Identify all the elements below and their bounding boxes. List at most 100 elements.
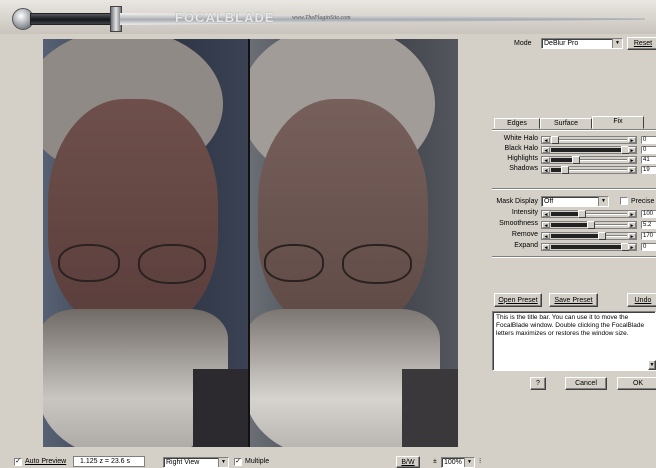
preview-area[interactable]	[43, 39, 458, 447]
slider-value-field[interactable]: 19	[641, 166, 656, 174]
auto-preview-checkbox[interactable]: ✓	[14, 458, 22, 466]
photo-face	[258, 99, 428, 329]
slider-label: Intensity	[511, 209, 538, 216]
slider-fill	[551, 234, 598, 238]
scroll-down-icon[interactable]: ▼	[648, 360, 656, 370]
chevron-down-icon: ▼	[612, 39, 622, 48]
photo-glasses-left	[264, 244, 324, 282]
original-preview-pane[interactable]	[43, 39, 248, 447]
arrow-right-icon[interactable]: ►	[628, 157, 636, 164]
slider-thumb[interactable]	[587, 221, 595, 229]
mode-label: Mode	[514, 40, 532, 47]
slider-value-field[interactable]: 5.2	[641, 221, 656, 229]
arrow-left-icon[interactable]: ◄	[542, 211, 550, 218]
arrow-left-icon[interactable]: ◄	[542, 244, 550, 251]
arrow-left-icon[interactable]: ◄	[542, 147, 550, 154]
slider-label: Black Halo	[504, 145, 538, 152]
slider-fill	[551, 148, 621, 152]
arrow-right-icon[interactable]: ►	[628, 222, 636, 229]
app-logo[interactable]: FOCALBLADE	[175, 10, 275, 25]
zoom-select[interactable]: 100% ▼	[441, 457, 475, 468]
tab-surface[interactable]: Surface	[540, 118, 592, 129]
processed-preview-pane[interactable]	[250, 39, 458, 447]
mode-select-value: DeBlur Pro	[544, 40, 579, 47]
slider-label: Expand	[514, 242, 538, 249]
arrow-right-icon[interactable]: ►	[628, 233, 636, 240]
photo-shirt	[193, 369, 248, 447]
mask-display-value: Off	[544, 198, 554, 205]
slider[interactable]: ◄ ►	[541, 156, 637, 164]
chevron-down-icon: ▼	[598, 197, 608, 206]
slider-label: White Halo	[503, 135, 538, 142]
slider-value-field[interactable]: 0	[641, 243, 656, 251]
auto-preview-label: Auto Preview	[25, 458, 67, 465]
photo-glasses-right	[342, 244, 412, 284]
arrow-right-icon[interactable]: ►	[628, 147, 636, 154]
slider-thumb[interactable]	[578, 210, 586, 218]
arrow-left-icon[interactable]: ◄	[542, 233, 550, 240]
zoom-select-value: 100%	[444, 459, 462, 466]
arrow-left-icon[interactable]: ◄	[542, 222, 550, 229]
slider-fill	[551, 158, 572, 162]
slider[interactable]: ◄ ►	[541, 210, 637, 218]
tab-divider	[492, 129, 656, 131]
slider[interactable]: ◄ ►	[541, 221, 637, 229]
multiple-label: Multiple	[245, 458, 270, 465]
slider[interactable]: ◄ ►	[541, 136, 637, 144]
section-divider	[492, 256, 656, 258]
tab-edges[interactable]: Edges	[494, 118, 540, 129]
slider-value-field[interactable]: 0	[641, 146, 656, 154]
slider-label: Shadows	[509, 165, 538, 172]
arrow-right-icon[interactable]: ►	[628, 244, 636, 251]
multiple-checkbox[interactable]: ✓	[234, 458, 242, 466]
slider[interactable]: ◄ ►	[541, 232, 637, 240]
slider-thumb[interactable]	[572, 156, 580, 164]
slider-value-field[interactable]: 100	[641, 210, 656, 218]
mask-display-select[interactable]: Off ▼	[541, 196, 609, 207]
arrow-left-icon[interactable]: ◄	[542, 137, 550, 144]
mask-display-label: Mask Display	[496, 198, 538, 205]
slider-thumb[interactable]	[551, 136, 559, 144]
bw-button[interactable]: B/W	[396, 456, 420, 468]
open-preset-button[interactable]: Open Preset	[494, 293, 542, 307]
slider-label: Remove	[511, 231, 538, 238]
slider-value-field[interactable]: 170	[641, 232, 656, 240]
view-select-value: Right View	[166, 459, 200, 466]
zoom-out-button[interactable]: ±	[433, 456, 437, 468]
ok-button[interactable]: OK	[617, 377, 656, 390]
arrow-left-icon[interactable]: ◄	[542, 157, 550, 164]
slider-thumb[interactable]	[561, 166, 569, 174]
blade-grip-icon	[30, 13, 112, 25]
slider-fill	[551, 168, 561, 172]
title-bar[interactable]: FOCALBLADE www.ThePluginSite.com	[0, 0, 656, 34]
slider-value-field[interactable]: 41	[641, 156, 656, 164]
slider-label: Smoothness	[499, 220, 538, 227]
help-text-box[interactable]: This is the title bar. You can use it to…	[492, 311, 656, 371]
cancel-button[interactable]: Cancel	[565, 377, 607, 390]
slider[interactable]: ◄ ►	[541, 146, 637, 154]
undo-button[interactable]: Undo	[627, 293, 656, 307]
precise-checkbox[interactable]	[620, 197, 628, 205]
mode-select[interactable]: DeBlur Pro ▼	[541, 38, 623, 49]
site-url: www.ThePluginSite.com	[292, 15, 351, 21]
chevron-down-icon: ▼	[464, 458, 474, 467]
arrow-right-icon[interactable]: ►	[628, 167, 636, 174]
slider-track[interactable]	[551, 139, 627, 141]
tab-fix[interactable]: Fix	[592, 116, 644, 129]
slider-thumb[interactable]	[598, 232, 606, 240]
slider[interactable]: ◄ ►	[541, 243, 637, 251]
slider[interactable]: ◄ ►	[541, 166, 637, 174]
save-preset-button[interactable]: Save Preset	[549, 293, 598, 307]
arrow-right-icon[interactable]: ►	[628, 137, 636, 144]
slider-value-field[interactable]: 0	[641, 136, 656, 144]
section-divider	[492, 188, 656, 190]
help-button[interactable]: ?	[530, 377, 546, 390]
coordinates-readout: 1.125 z = 23.6 s	[73, 456, 145, 467]
arrow-right-icon[interactable]: ►	[628, 211, 636, 218]
photo-face	[48, 99, 218, 329]
arrow-left-icon[interactable]: ◄	[542, 167, 550, 174]
reset-button[interactable]: Reset	[627, 37, 656, 50]
view-select[interactable]: Right View ▼	[163, 457, 229, 468]
zoom-more-icon[interactable]: ⁝	[479, 456, 481, 468]
slider-fill	[551, 223, 587, 227]
